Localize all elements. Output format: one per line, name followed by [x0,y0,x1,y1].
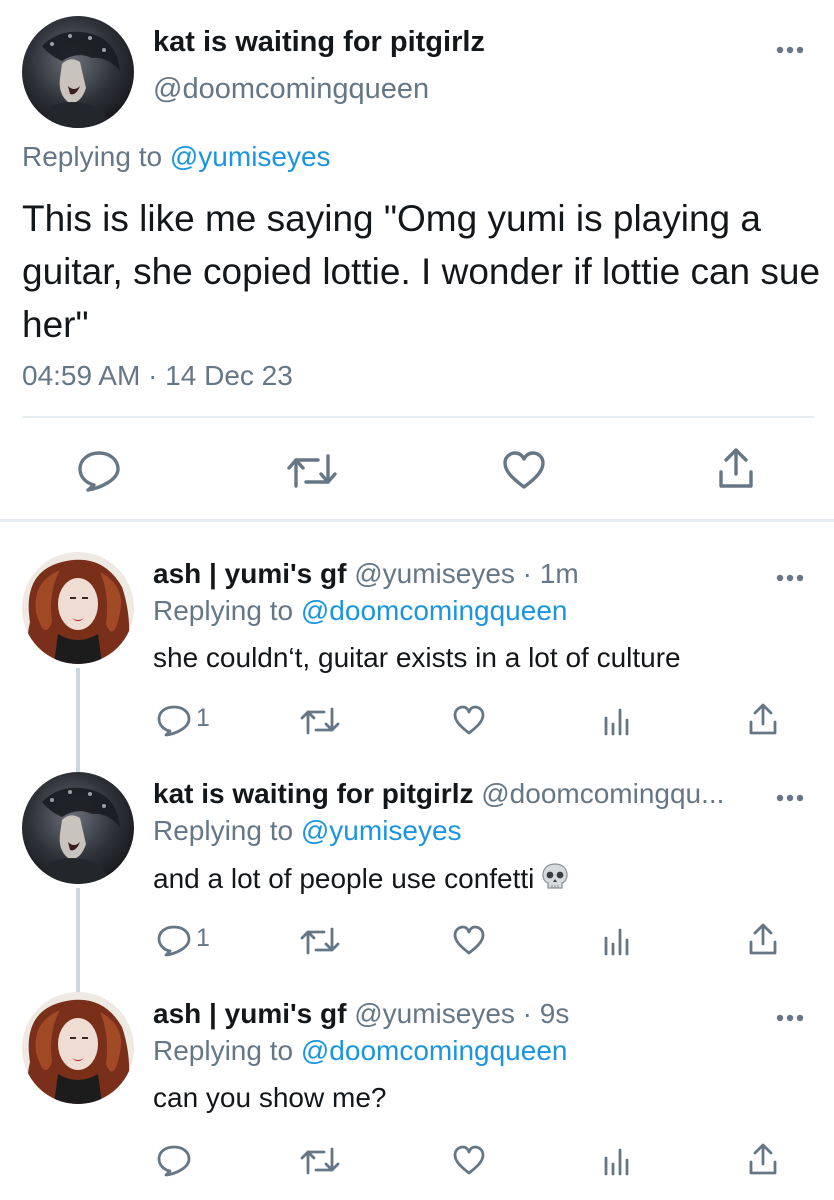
replying-to: Replying to @doomcomingqueen [153,1035,567,1067]
more-options-icon[interactable] [776,792,804,804]
replying-to-link[interactable]: @doomcomingqueen [301,1035,568,1066]
reply-actions: 1 [150,700,800,740]
avatar[interactable] [22,772,134,884]
more-options-icon[interactable] [776,44,804,56]
reply-icon[interactable] [156,704,192,738]
reply-tweet: kat is waiting for pitgirlz @doomcomingq… [0,772,834,992]
reply-icon[interactable] [156,924,192,958]
handle-and-time[interactable]: @doomcomingqu... [481,778,724,809]
analytics-icon[interactable] [602,706,630,736]
tweet-actions [0,440,834,500]
avatar[interactable] [22,16,134,128]
display-name[interactable]: kat is waiting for pitgirlz [153,778,473,809]
retweet-icon[interactable] [300,1146,340,1176]
skull-emoji-icon [542,863,568,889]
replying-to-link[interactable]: @yumiseyes [301,815,462,846]
display-name[interactable]: ash | yumi's gf [153,998,346,1029]
divider [0,519,834,522]
reply-header: kat is waiting for pitgirlz @doomcomingq… [153,778,773,810]
share-icon[interactable] [748,702,778,736]
reply-text-content: and a lot of people use confetti [153,863,535,894]
reply-count: 1 [196,924,210,952]
reply-actions: 1 [150,920,800,960]
reply-tweet: ash | yumi's gf @yumiseyes · 1m Replying… [0,552,834,772]
tweet-thread-screen: kat is waiting for pitgirlz @doomcomingq… [0,0,834,1200]
replying-prefix: Replying to [153,815,294,846]
avatar[interactable] [22,992,134,1104]
reply-text: she couldn‘t, guitar exists in a lot of … [153,642,681,673]
share-icon[interactable] [718,446,754,490]
replying-to: Replying to @doomcomingqueen [153,595,567,627]
reply-icon[interactable] [156,1144,192,1178]
more-options-icon[interactable] [776,1012,804,1024]
replying-prefix: Replying to [153,595,294,626]
display-name[interactable]: ash | yumi's gf [153,558,346,589]
share-icon[interactable] [748,922,778,956]
replying-prefix: Replying to [153,1035,294,1066]
main-tweet: kat is waiting for pitgirlz @doomcomingq… [0,0,834,522]
like-icon[interactable] [452,924,486,956]
reply-count: 1 [196,704,210,732]
handle-and-time[interactable]: @yumiseyes · 9s [354,998,569,1029]
replying-to-link[interactable]: @yumiseyes [170,141,331,172]
reply-text: can you show me? [153,1082,387,1113]
handle-and-time[interactable]: @yumiseyes · 1m [354,558,578,589]
retweet-icon[interactable] [300,706,340,736]
reply-actions [150,1140,800,1180]
share-icon[interactable] [748,1142,778,1176]
more-options-icon[interactable] [776,572,804,584]
replying-prefix: Replying to [22,141,163,172]
avatar[interactable] [22,552,134,664]
tweet-text: This is like me saying "Omg yumi is play… [22,198,821,345]
reply-text: and a lot of people use confetti [153,862,570,895]
analytics-icon[interactable] [602,926,630,956]
replying-to-link[interactable]: @doomcomingqueen [301,595,568,626]
reply-header: ash | yumi's gf @yumiseyes · 9s [153,998,773,1030]
reply-icon[interactable] [76,450,122,492]
retweet-icon[interactable] [300,926,340,956]
retweet-icon[interactable] [286,452,338,490]
replying-to: Replying to @yumiseyes [22,141,331,173]
replying-to: Replying to @yumiseyes [153,815,462,847]
analytics-icon[interactable] [602,1146,630,1176]
reply-tweet: ash | yumi's gf @yumiseyes · 9s Replying… [0,992,834,1200]
display-name[interactable]: kat is waiting for pitgirlz [153,26,485,59]
timestamp[interactable]: 04:59 AM · 14 Dec 23 [22,360,293,392]
handle[interactable]: @doomcomingqueen [153,73,429,106]
divider [22,416,814,418]
like-icon[interactable] [502,450,546,490]
like-icon[interactable] [452,1144,486,1176]
reply-header: ash | yumi's gf @yumiseyes · 1m [153,558,773,590]
like-icon[interactable] [452,704,486,736]
